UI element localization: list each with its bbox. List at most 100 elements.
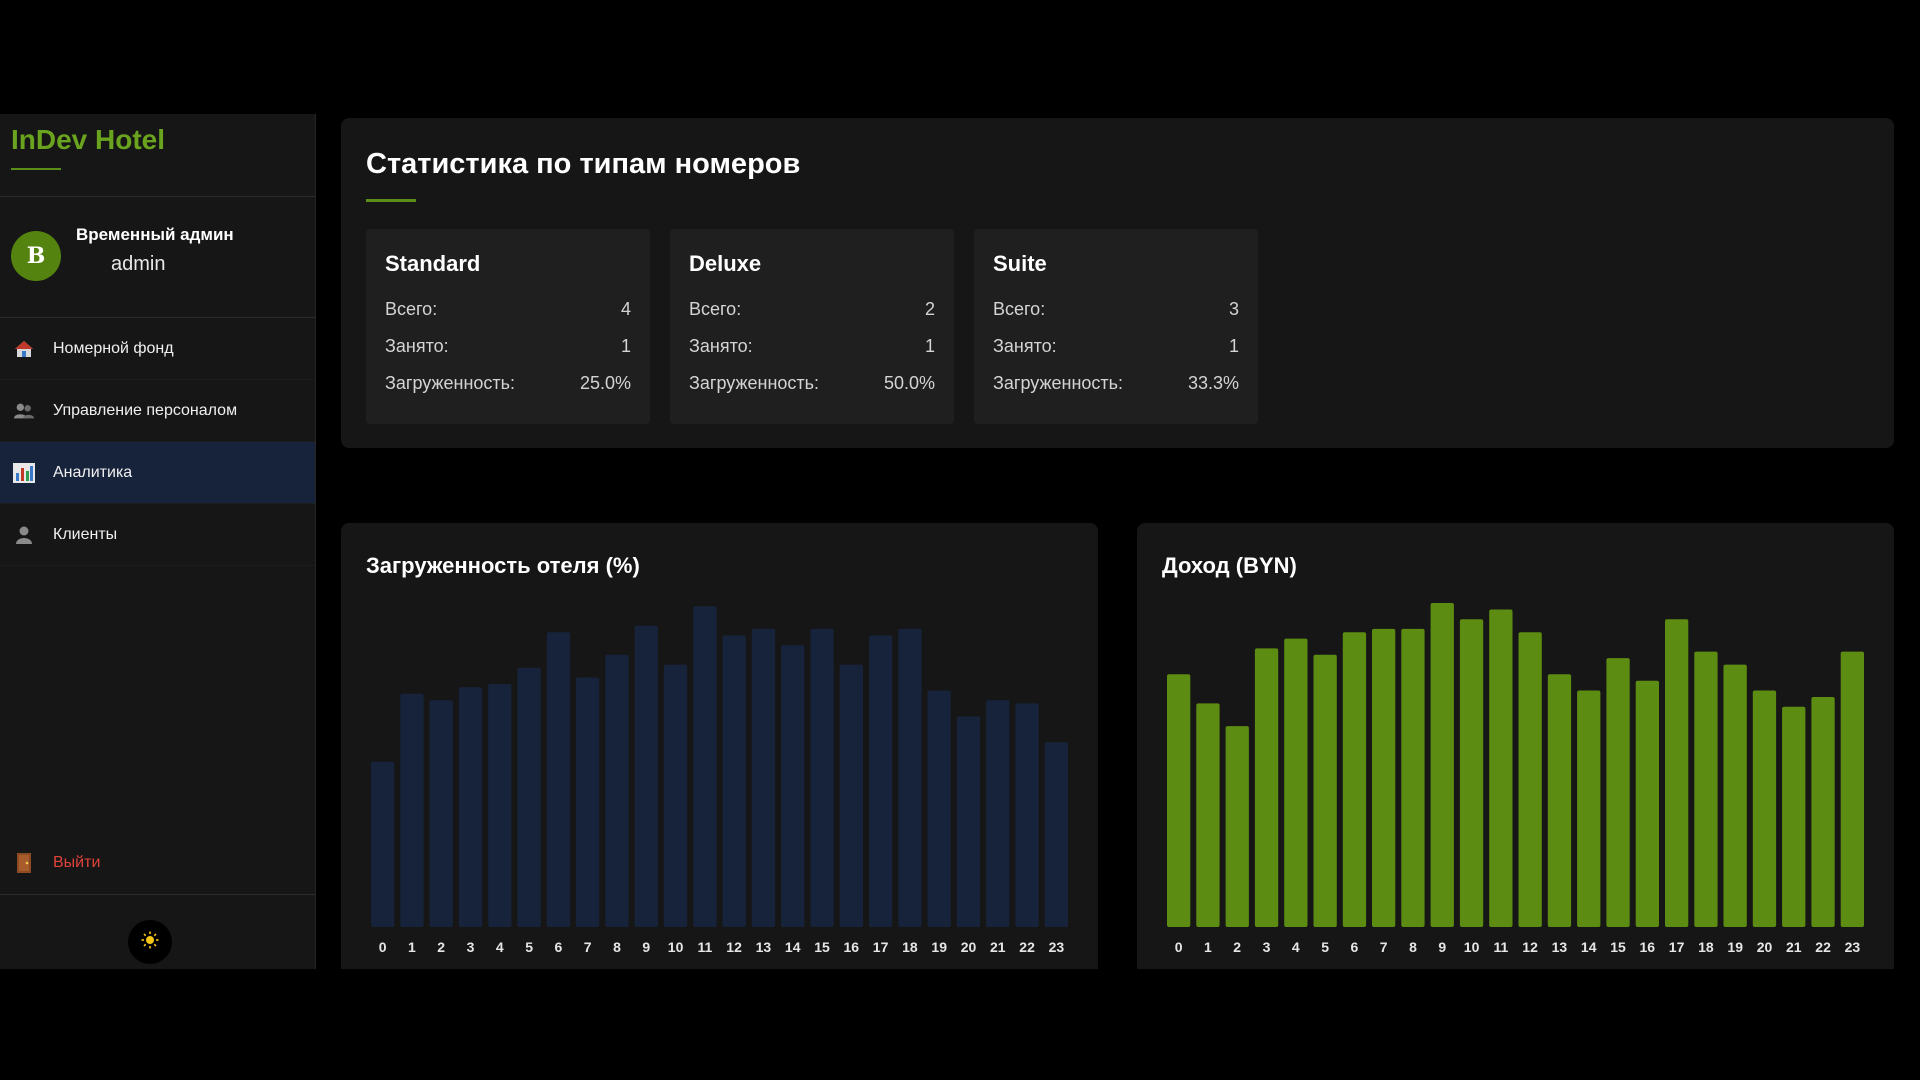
income-bar-10[interactable]: [1459, 619, 1484, 927]
occupancy-bar-1[interactable]: [400, 693, 424, 927]
occupancy-bar-19[interactable]: [927, 690, 951, 928]
income-bar-7[interactable]: [1372, 628, 1396, 927]
stat-label: Занято:: [689, 336, 753, 356]
sidebar-item-label: Аналитика: [53, 463, 133, 481]
income-bar-1[interactable]: [1196, 703, 1220, 927]
brand-logo-text[interactable]: InDev Hotel: [11, 124, 165, 156]
x-tick-label: 20: [1757, 939, 1773, 955]
income-bar-13[interactable]: [1547, 674, 1572, 927]
income-bar-18[interactable]: [1694, 651, 1718, 927]
x-tick-label: 18: [1698, 939, 1714, 955]
x-tick-label: 12: [1522, 939, 1538, 955]
income-bar-22[interactable]: [1811, 697, 1835, 927]
logout-label: Выйти: [53, 854, 101, 871]
avatar: В: [11, 231, 61, 281]
bar-chart-icon: [13, 462, 35, 484]
x-tick-label: 1: [408, 939, 416, 955]
income-bar-19[interactable]: [1723, 664, 1747, 927]
stat-label: Всего:: [385, 299, 438, 319]
brand-underline: [11, 168, 61, 170]
room-card-suite: Suite Всего: 3 Занято: 1 Загруженность: …: [974, 229, 1258, 424]
income-bar-15[interactable]: [1606, 658, 1630, 927]
occupancy-bar-5[interactable]: [517, 667, 541, 927]
income-bar-0[interactable]: [1167, 674, 1191, 927]
income-bar-4[interactable]: [1284, 638, 1308, 927]
income-bar-3[interactable]: [1254, 648, 1279, 927]
income-bar-8[interactable]: [1401, 628, 1425, 927]
stat-row-occupied: Занято: 1: [993, 336, 1239, 360]
occupancy-bar-11[interactable]: [693, 606, 717, 927]
occupancy-bar-16[interactable]: [839, 664, 863, 927]
x-tick-label: 5: [525, 939, 533, 955]
sidebar: InDev Hotel В Временный админ admin Номе…: [0, 114, 316, 969]
occupancy-bar-10[interactable]: [663, 664, 688, 927]
sidebar-item-label: Клиенты: [53, 525, 118, 543]
room-type-name: Standard: [385, 251, 481, 276]
income-bar-21[interactable]: [1782, 706, 1806, 927]
occupancy-bar-2[interactable]: [429, 700, 453, 927]
x-tick-label: 7: [1380, 939, 1388, 955]
occupancy-bar-15[interactable]: [810, 628, 834, 927]
occupancy-bar-12[interactable]: [722, 635, 746, 927]
occupancy-bar-7[interactable]: [576, 677, 600, 928]
door-icon: [13, 852, 35, 874]
income-chart-panel: Доход (BYN) 0 1 2 3 4 5 6 7 8 9 10 11 12 13 14 15 16 17 18…: [1137, 523, 1894, 969]
sidebar-item-staff[interactable]: Управление персоналом: [0, 380, 315, 442]
occupancy-bar-3[interactable]: [458, 687, 483, 927]
occupancy-bar-17[interactable]: [869, 635, 893, 927]
occupancy-bar-8[interactable]: [605, 654, 629, 927]
x-tick-label: 0: [1175, 939, 1183, 955]
occupancy-bar-13[interactable]: [751, 628, 776, 927]
sidebar-item-label: Управление персоналом: [53, 401, 238, 419]
stat-value: 1: [620, 336, 631, 356]
occupancy-bar-9[interactable]: [634, 625, 658, 927]
title-underline: [366, 199, 416, 202]
house-icon: [13, 338, 35, 360]
stat-label: Занято:: [993, 336, 1057, 356]
occupancy-bar-14[interactable]: [781, 645, 805, 927]
sidebar-item-clients[interactable]: Клиенты: [0, 504, 315, 566]
x-tick-label: 2: [437, 939, 445, 955]
income-bar-9[interactable]: [1430, 603, 1454, 927]
logout-button[interactable]: Выйти: [0, 832, 315, 895]
occupancy-bar-4[interactable]: [488, 684, 512, 927]
income-bar-11[interactable]: [1489, 609, 1513, 928]
income-bar-17[interactable]: [1665, 619, 1689, 927]
brand-block: InDev Hotel: [0, 114, 315, 197]
income-bar-2[interactable]: [1225, 726, 1249, 927]
stat-value: 4: [620, 299, 631, 319]
sidebar-item-rooms[interactable]: Номерной фонд: [0, 318, 315, 380]
occupancy-bar-18[interactable]: [898, 628, 922, 927]
occupancy-bar-21[interactable]: [986, 700, 1010, 927]
income-bar-16[interactable]: [1635, 680, 1659, 927]
sidebar-item-analytics[interactable]: Аналитика: [0, 442, 315, 504]
x-tick-label: 21: [990, 939, 1006, 955]
x-tick-label: 11: [697, 939, 712, 955]
occupancy-bar-6[interactable]: [546, 632, 571, 927]
x-tick-label: 20: [961, 939, 977, 955]
stat-value: 3: [1228, 299, 1239, 319]
x-tick-label: 6: [1351, 939, 1359, 955]
theme-toggle-button[interactable]: [128, 920, 172, 964]
stat-label: Загруженность:: [385, 373, 516, 393]
room-stats-panel: Статистика по типам номеров Standard Все…: [341, 118, 1894, 448]
income-bar-23[interactable]: [1840, 651, 1864, 927]
income-bar-6[interactable]: [1342, 632, 1367, 927]
occupancy-bar-23[interactable]: [1044, 742, 1068, 927]
x-tick-label: 16: [1640, 939, 1656, 955]
x-tick-label: 17: [873, 939, 889, 955]
income-bar-5[interactable]: [1313, 654, 1337, 927]
stat-value: 33.3%: [1187, 373, 1239, 393]
occupancy-bar-20[interactable]: [956, 716, 981, 927]
x-tick-label: 18: [902, 939, 918, 955]
income-chart: 0 1 2 3 4 5 6 7 8 9 10 11 12 13 14 15 16 17 18 19 20 21 22 23: [1167, 603, 1864, 955]
income-bar-12[interactable]: [1518, 632, 1542, 927]
user-name: Временный админ: [76, 225, 234, 244]
income-bar-20[interactable]: [1752, 690, 1777, 928]
stat-value: 1: [924, 336, 935, 356]
occupancy-bar-22[interactable]: [1015, 703, 1039, 927]
stat-label: Загруженность:: [689, 373, 820, 393]
occupancy-bar-0[interactable]: [371, 761, 395, 927]
income-bar-14[interactable]: [1577, 690, 1601, 928]
stat-row-total: Всего: 2: [689, 299, 935, 323]
